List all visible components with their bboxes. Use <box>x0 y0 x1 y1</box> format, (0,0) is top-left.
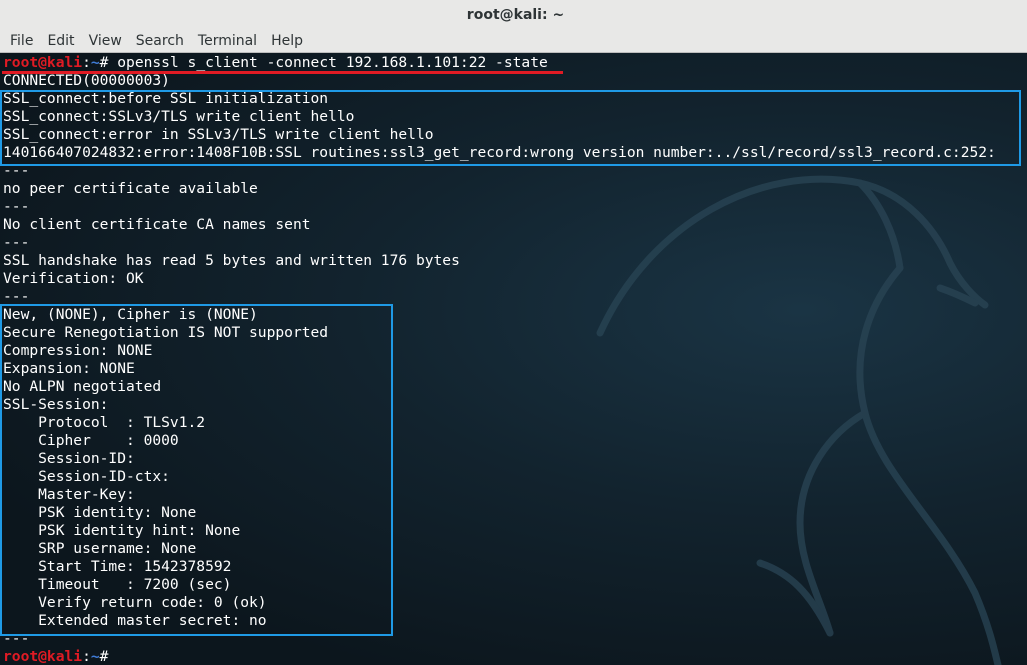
output-line: PSK identity hint: None <box>3 522 241 539</box>
prompt-symbol: # <box>99 648 118 665</box>
output-line: SSL_connect:error in SSLv3/TLS write cli… <box>3 126 434 143</box>
prompt-separator: : <box>82 648 91 665</box>
output-line: 140166407024832:error:1408F10B:SSL routi… <box>3 144 996 161</box>
output-line: Session-ID-ctx: <box>3 468 170 485</box>
final-prompt-line[interactable]: root@kali:~# <box>3 648 996 665</box>
menu-terminal[interactable]: Terminal <box>191 29 264 53</box>
output-line: Master-Key: <box>3 486 135 503</box>
prompt-user: root@kali <box>3 54 83 71</box>
output-line: SSL-Session: <box>3 396 109 413</box>
window-titlebar[interactable]: root@kali: ~ <box>0 0 1027 29</box>
menu-edit[interactable]: Edit <box>40 29 81 53</box>
output-line: Verify return code: 0 (ok) <box>3 594 267 611</box>
output-line: Protocol : TLSv1.2 <box>3 414 206 431</box>
output-line: SRP username: None <box>3 540 197 557</box>
output-line: --- <box>3 162 30 179</box>
command-line: root@kali:~# openssl s_client -connect 1… <box>3 54 996 72</box>
output-line: Start Time: 1542378592 <box>3 558 232 575</box>
output-line: no peer certificate available <box>3 180 258 197</box>
menu-file[interactable]: File <box>3 29 40 53</box>
prompt-separator: : <box>82 54 91 71</box>
output-line: SSL_connect:SSLv3/TLS write client hello <box>3 108 355 125</box>
window-title: root@kali: ~ <box>466 6 565 23</box>
output-line: Timeout : 7200 (sec) <box>3 576 232 593</box>
output-line: --- <box>3 288 30 305</box>
output-line: SSL_connect:before SSL initialization <box>3 90 329 107</box>
menu-search[interactable]: Search <box>129 29 191 53</box>
output-line: Session-ID: <box>3 450 135 467</box>
command-text: openssl s_client -connect 192.168.1.101:… <box>117 54 548 71</box>
output-line: Expansion: NONE <box>3 360 135 377</box>
output-line: CONNECTED(00000003) <box>3 72 170 89</box>
prompt-path: ~ <box>90 54 100 71</box>
output-line: Verification: OK <box>3 270 144 287</box>
prompt-user: root@kali <box>3 648 83 665</box>
output-line: Secure Renegotiation IS NOT supported <box>3 324 329 341</box>
terminal-area[interactable]: root@kali:~# openssl s_client -connect 1… <box>0 53 1027 665</box>
terminal-output: root@kali:~# openssl s_client -connect 1… <box>3 54 996 665</box>
output-line: No client certificate CA names sent <box>3 216 311 233</box>
prompt-symbol: # <box>99 54 118 71</box>
output-line: --- <box>3 198 30 215</box>
output-line: No ALPN negotiated <box>3 378 162 395</box>
output-line: SSL handshake has read 5 bytes and writt… <box>3 252 460 269</box>
output-line: Extended master secret: no <box>3 612 267 629</box>
output-line: Compression: NONE <box>3 342 153 359</box>
menu-bar: File Edit View Search Terminal Help <box>0 29 1027 53</box>
output-line: Cipher : 0000 <box>3 432 179 449</box>
output-line: PSK identity: None <box>3 504 197 521</box>
menu-view[interactable]: View <box>82 29 129 53</box>
output-line: --- <box>3 630 30 647</box>
menu-help[interactable]: Help <box>264 29 310 53</box>
output-line: New, (NONE), Cipher is (NONE) <box>3 306 258 323</box>
output-line: --- <box>3 234 30 251</box>
prompt-path: ~ <box>90 648 100 665</box>
